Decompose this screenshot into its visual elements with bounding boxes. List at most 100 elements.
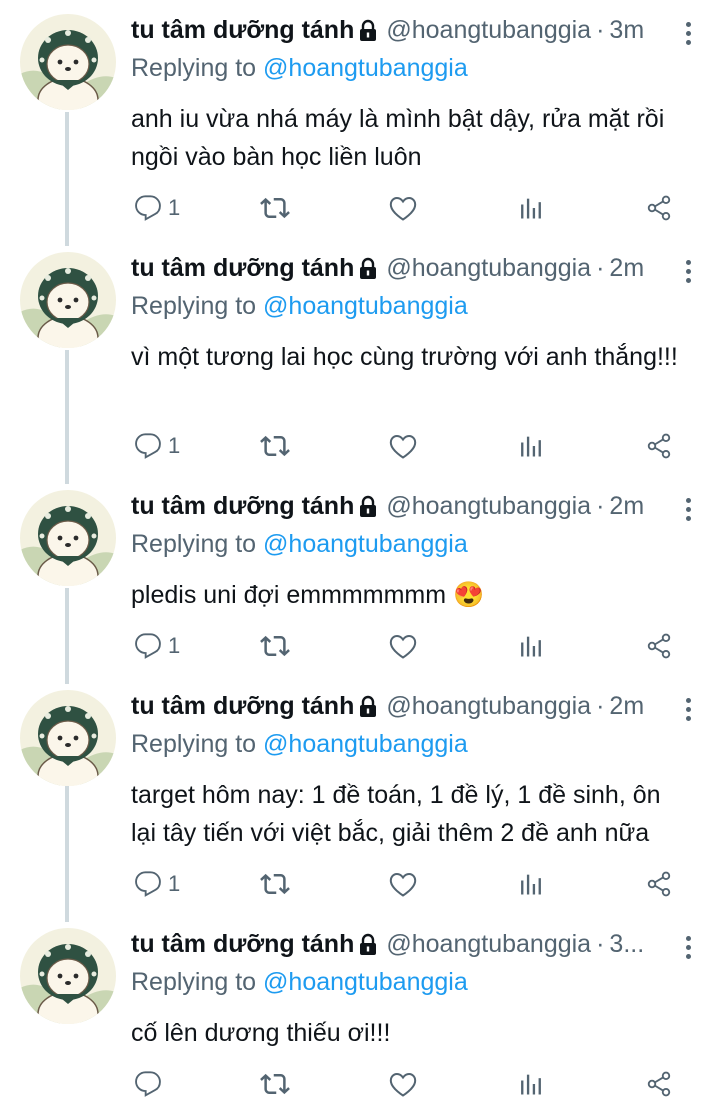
reply-count: 1 <box>168 633 181 658</box>
reply-button[interactable]: 1 <box>134 626 180 666</box>
share-icon <box>645 1070 673 1098</box>
reply-count: 1 <box>168 433 181 458</box>
display-name[interactable]: tu tâm dưỡng tánh <box>131 492 354 520</box>
timestamp[interactable]: 3m <box>609 16 644 44</box>
tweet[interactable]: tu tâm dưỡng tánh @hoangtubanggia · 3... Re… <box>0 914 720 1107</box>
share-button[interactable] <box>645 1064 673 1104</box>
handle[interactable]: @hoangtubanggia <box>386 16 591 44</box>
views-button[interactable] <box>517 188 545 228</box>
lock-icon <box>356 19 380 43</box>
heart-icon <box>388 631 418 661</box>
timestamp[interactable]: 2m <box>609 692 644 720</box>
tweet-actions: 1 <box>0 188 720 228</box>
tweet[interactable]: tu tâm dưỡng tánh @hoangtubanggia · 2m Repl… <box>0 676 720 914</box>
analytics-icon <box>517 870 545 898</box>
share-button[interactable] <box>645 426 673 466</box>
share-icon <box>645 432 673 460</box>
replying-to-handle[interactable]: @hoangtubanggia <box>263 968 468 996</box>
avatar[interactable] <box>20 490 116 586</box>
reply-count: 1 <box>168 195 181 220</box>
avatar[interactable] <box>20 252 116 348</box>
display-name[interactable]: tu tâm dưỡng tánh <box>131 930 354 958</box>
lock-icon <box>356 495 380 519</box>
retweet-button[interactable] <box>260 188 290 228</box>
replying-to-handle[interactable]: @hoangtubanggia <box>263 730 468 758</box>
heart-icon <box>388 431 418 461</box>
reply-icon <box>134 432 162 460</box>
views-button[interactable] <box>517 626 545 666</box>
views-button[interactable] <box>517 1064 545 1104</box>
tweet-actions: 1 <box>0 626 720 666</box>
separator-dot: · <box>596 16 605 44</box>
share-button[interactable] <box>645 188 673 228</box>
like-button[interactable] <box>388 188 418 228</box>
retweet-button[interactable] <box>260 864 290 904</box>
display-name[interactable]: tu tâm dưỡng tánh <box>131 254 354 282</box>
more-vertical-icon[interactable] <box>684 260 692 286</box>
avatar[interactable] <box>20 928 116 1024</box>
retweet-button[interactable] <box>260 1064 290 1104</box>
like-button[interactable] <box>388 626 418 666</box>
tweet[interactable]: tu tâm dưỡng tánh @hoangtubanggia · 3m Repl… <box>0 0 720 238</box>
more-vertical-icon[interactable] <box>684 698 692 724</box>
replying-to-label: Replying to <box>131 730 257 758</box>
replying-to-handle[interactable]: @hoangtubanggia <box>263 530 468 558</box>
analytics-icon <box>517 632 545 660</box>
retweet-button[interactable] <box>260 426 290 466</box>
replying-to-label: Replying to <box>131 54 257 82</box>
lock-icon <box>356 933 380 957</box>
replying-to-handle[interactable]: @hoangtubanggia <box>263 54 468 82</box>
handle[interactable]: @hoangtubanggia <box>386 254 591 282</box>
display-name[interactable]: tu tâm dưỡng tánh <box>131 16 354 44</box>
heart-icon <box>388 869 418 899</box>
retweet-icon <box>260 431 290 461</box>
handle[interactable]: @hoangtubanggia <box>386 692 591 720</box>
reply-icon <box>134 870 162 898</box>
retweet-icon <box>260 193 290 223</box>
reply-button[interactable] <box>134 1064 168 1104</box>
avatar[interactable] <box>20 690 116 786</box>
replying-to-label: Replying to <box>131 530 257 558</box>
tweet-text: vì một tương lai học cùng trường với anh… <box>131 343 678 371</box>
replying-to: Replying to @hoangtubanggia <box>131 968 468 997</box>
tweet-text: cố lên dương thiếu ơi!!! <box>131 1019 391 1047</box>
timestamp[interactable]: 2m <box>609 492 644 520</box>
replying-to-label: Replying to <box>131 292 257 320</box>
views-button[interactable] <box>517 426 545 466</box>
more-vertical-icon[interactable] <box>684 936 692 962</box>
reply-button[interactable]: 1 <box>134 426 180 466</box>
timestamp[interactable]: 3... <box>609 930 644 958</box>
retweet-button[interactable] <box>260 626 290 666</box>
timestamp[interactable]: 2m <box>609 254 644 282</box>
retweet-icon <box>260 631 290 661</box>
share-button[interactable] <box>645 864 673 904</box>
reply-icon <box>134 194 162 222</box>
reply-icon <box>134 1070 162 1098</box>
tweet-actions <box>0 1064 720 1104</box>
avatar[interactable] <box>20 14 116 110</box>
reply-button[interactable]: 1 <box>134 864 180 904</box>
share-icon <box>645 194 673 222</box>
heart-icon <box>388 193 418 223</box>
tweet[interactable]: tu tâm dưỡng tánh @hoangtubanggia · 2m Repl… <box>0 476 720 676</box>
tweet-text: anh iu vừa nhá máy là mình bật dậy, rửa … <box>131 105 665 171</box>
retweet-icon <box>260 1069 290 1099</box>
replying-to: Replying to @hoangtubanggia <box>131 730 468 759</box>
more-vertical-icon[interactable] <box>684 22 692 48</box>
share-button[interactable] <box>645 626 673 666</box>
views-button[interactable] <box>517 864 545 904</box>
tweet-actions: 1 <box>0 864 720 904</box>
reply-icon <box>134 632 162 660</box>
tweet[interactable]: tu tâm dưỡng tánh @hoangtubanggia · 2m Repl… <box>0 238 720 476</box>
handle[interactable]: @hoangtubanggia <box>386 930 591 958</box>
like-button[interactable] <box>388 1064 418 1104</box>
like-button[interactable] <box>388 426 418 466</box>
handle[interactable]: @hoangtubanggia <box>386 492 591 520</box>
display-name[interactable]: tu tâm dưỡng tánh <box>131 692 354 720</box>
separator-dot: · <box>596 692 605 720</box>
reply-button[interactable]: 1 <box>134 188 180 228</box>
like-button[interactable] <box>388 864 418 904</box>
tweet-text: target hôm nay: 1 đề toán, 1 đề lý, 1 đề… <box>131 781 661 847</box>
more-vertical-icon[interactable] <box>684 498 692 524</box>
replying-to-handle[interactable]: @hoangtubanggia <box>263 292 468 320</box>
